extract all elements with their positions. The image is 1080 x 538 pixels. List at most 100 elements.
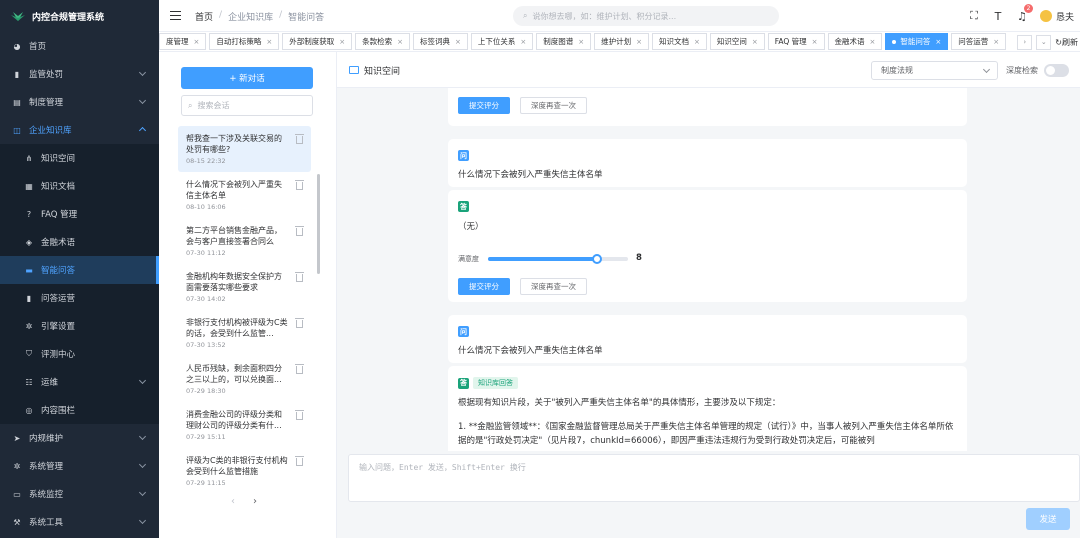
sidebar: 内控合规管理系统 ◕ 首页 ▮ 监管处罚 ▤ 制度管理 ◫ 企业知识库 ⋔ 知识空间 ▦ 知… [0, 0, 159, 538]
submit-rating-button[interactable]: 提交评分 [458, 97, 510, 114]
new-chat-button[interactable]: + 新对话 [181, 67, 313, 89]
question-text: 什么情况下会被列入严重失信主体名单 [458, 346, 603, 356]
gear-icon: ✲ [13, 461, 21, 471]
tab-item[interactable]: FAQ 管理 × [767, 33, 825, 50]
sidebar-item-home[interactable]: ◕ 首页 [0, 32, 159, 60]
sidebar-item-label: 内规维护 [29, 434, 64, 444]
tab-item[interactable]: 外部制度获取 × [282, 33, 353, 50]
tab-item[interactable]: 维护计划 × [594, 33, 649, 50]
bell-icon[interactable]: ♫ 2 [1016, 4, 1033, 23]
conversation-item[interactable]: 金融机构年数据安全保护方面需要落实哪些要求 07-30 14:02 [178, 264, 311, 310]
conversation-item[interactable]: 消费金融公司的评级分类和理财公司的评级分类有什... 07-29 15:11 [178, 402, 311, 448]
sidebar-item-faq[interactable]: ? FAQ 管理 [0, 200, 159, 228]
tab-item[interactable]: 知识文档 × [652, 33, 707, 50]
tab-item[interactable]: 问答运营 × [951, 33, 1007, 50]
conversation-item[interactable]: 评级为C类的非银行支付机构会受到什么监管措施 07-29 11:15 [178, 448, 311, 490]
deep-search-again-button[interactable]: 深度再查一次 [520, 278, 587, 295]
delete-icon[interactable] [295, 272, 304, 282]
sidebar-item-system-monitor[interactable]: ▭ 系统监控 [0, 480, 159, 508]
tree-icon: ⋔ [25, 153, 33, 163]
tab-item[interactable]: 标签词典 × [413, 33, 468, 50]
sidebar-item-qa-ops[interactable]: ▮ 问答运营 [0, 284, 159, 312]
app-logo[interactable]: 内控合规管理系统 [0, 0, 159, 32]
close-icon[interactable]: × [520, 38, 526, 46]
conversation-title: 什么情况下会被列入严重失信主体名单 [186, 180, 282, 200]
prev-page-button[interactable]: ‹ [231, 496, 235, 507]
next-page-button[interactable]: › [253, 496, 257, 507]
scrollbar[interactable] [317, 174, 320, 274]
chevron-down-icon[interactable]: ⌄ [1036, 34, 1052, 50]
delete-icon[interactable] [295, 364, 304, 374]
sidebar-item-system-tools[interactable]: ⚒ 系统工具 [0, 508, 159, 536]
delete-icon[interactable] [295, 134, 304, 144]
conversation-search-input[interactable]: ⌕ 搜索会话 [181, 95, 313, 116]
close-icon[interactable]: × [812, 38, 818, 46]
delete-icon[interactable] [295, 410, 304, 420]
chevron-down-icon [138, 432, 147, 441]
close-icon[interactable]: × [694, 38, 700, 46]
sidebar-item-system-manage[interactable]: ✲ 系统管理 [0, 452, 159, 480]
tool-icon: ⚒ [13, 517, 21, 527]
close-icon[interactable]: × [578, 38, 584, 46]
chevron-right-icon[interactable]: › [1017, 34, 1033, 50]
sidebar-item-terms[interactable]: ◈ 金融术语 [0, 228, 159, 256]
fullscreen-icon[interactable]: ⛶ [968, 9, 980, 22]
sidebar-item-evaluation[interactable]: ⛉ 评测中心 [0, 340, 159, 368]
sidebar-item-knowledge-docs[interactable]: ▦ 知识文档 [0, 172, 159, 200]
sidebar-item-policy[interactable]: ▤ 制度管理 [0, 88, 159, 116]
hamburger-icon[interactable] [170, 11, 181, 20]
sidebar-item-penalty[interactable]: ▮ 监管处罚 [0, 60, 159, 88]
close-icon[interactable]: × [935, 38, 941, 46]
tab-item[interactable]: 条款检索 × [355, 33, 410, 50]
font-size-icon[interactable]: T [992, 10, 1004, 23]
sidebar-item-ops[interactable]: ☷ 运维 [0, 368, 159, 396]
question-card: 问 什么情况下会被列入严重失信主体名单 [448, 139, 967, 187]
deep-search-again-button[interactable]: 深度再查一次 [520, 97, 587, 114]
question-input[interactable]: 输入问题，Enter 发送，Shift+Enter 换行 [348, 454, 1080, 502]
sidebar-item-knowledge-base[interactable]: ◫ 企业知识库 [0, 116, 159, 144]
breadcrumb-item[interactable]: 首页 [195, 10, 213, 23]
knowledge-base-select[interactable]: 制度法规 [871, 61, 998, 80]
breadcrumb-item[interactable]: 企业知识库 [228, 10, 273, 23]
delete-icon[interactable] [295, 318, 304, 328]
close-icon[interactable]: × [636, 38, 642, 46]
close-icon[interactable]: × [993, 38, 999, 46]
delete-icon[interactable] [295, 456, 304, 466]
tab-item[interactable]: 知识空间 × [709, 33, 765, 50]
refresh-button[interactable]: ↻刷新 [1055, 37, 1080, 48]
close-icon[interactable]: × [870, 38, 876, 46]
close-icon[interactable]: × [397, 38, 403, 46]
satisfaction-value: 8 [636, 253, 642, 263]
conversation-item[interactable]: 帮我查一下涉及关联交易的处罚有哪些? 08-15 22:32 [178, 126, 311, 172]
sidebar-item-label: 制度管理 [29, 98, 64, 108]
sidebar-item-label: 智能问答 [41, 266, 76, 276]
tab-item[interactable]: 智能问答 × [885, 33, 949, 50]
user-menu[interactable]: 恳夫 [1039, 10, 1074, 23]
deep-search-toggle[interactable] [1044, 64, 1069, 77]
tab-item[interactable]: 金融术语 × [827, 33, 883, 50]
tab-item[interactable]: 度管理 × [159, 33, 207, 50]
send-button[interactable]: 发送 [1026, 508, 1070, 530]
sidebar-item-engine-settings[interactable]: ✲ 引擎设置 [0, 312, 159, 340]
global-search-input[interactable]: ⌕ 说你想去哪，如：维护计划、积分记录... [513, 6, 779, 26]
submit-rating-button[interactable]: 提交评分 [458, 278, 510, 295]
close-icon[interactable]: × [752, 38, 758, 46]
sidebar-item-knowledge-space[interactable]: ⋔ 知识空间 [0, 144, 159, 172]
delete-icon[interactable] [295, 226, 304, 236]
close-icon[interactable]: × [194, 38, 200, 46]
tab-item[interactable]: 上下位关系 × [470, 33, 534, 50]
conversation-item[interactable]: 什么情况下会被列入严重失信主体名单 08-10 16:06 [178, 172, 311, 218]
sidebar-item-content-fence[interactable]: ◎ 内容围栏 [0, 396, 159, 424]
conversation-item[interactable]: 第二方平台销售金融产品，会与客户直接签署合同么 07-30 11:12 [178, 218, 311, 264]
delete-icon[interactable] [295, 180, 304, 190]
tab-item[interactable]: 制度图谱 × [536, 33, 592, 50]
close-icon[interactable]: × [266, 38, 272, 46]
tab-item[interactable]: 自动打标策略 × [209, 33, 280, 50]
sidebar-item-smart-qa[interactable]: ▬ 智能问答 [0, 256, 159, 284]
close-icon[interactable]: × [455, 38, 461, 46]
conversation-item[interactable]: 非银行支付机构被评级为C类的话，会受到什么监管... 07-30 13:52 [178, 310, 311, 356]
satisfaction-slider-handle[interactable] [592, 254, 602, 264]
close-icon[interactable]: × [339, 38, 345, 46]
sidebar-item-internal-rules[interactable]: ➤ 内规维护 [0, 424, 159, 452]
conversation-item[interactable]: 人民币残缺，剩余面积四分之三以上的，可以兑换面... 07-29 18:30 [178, 356, 311, 402]
